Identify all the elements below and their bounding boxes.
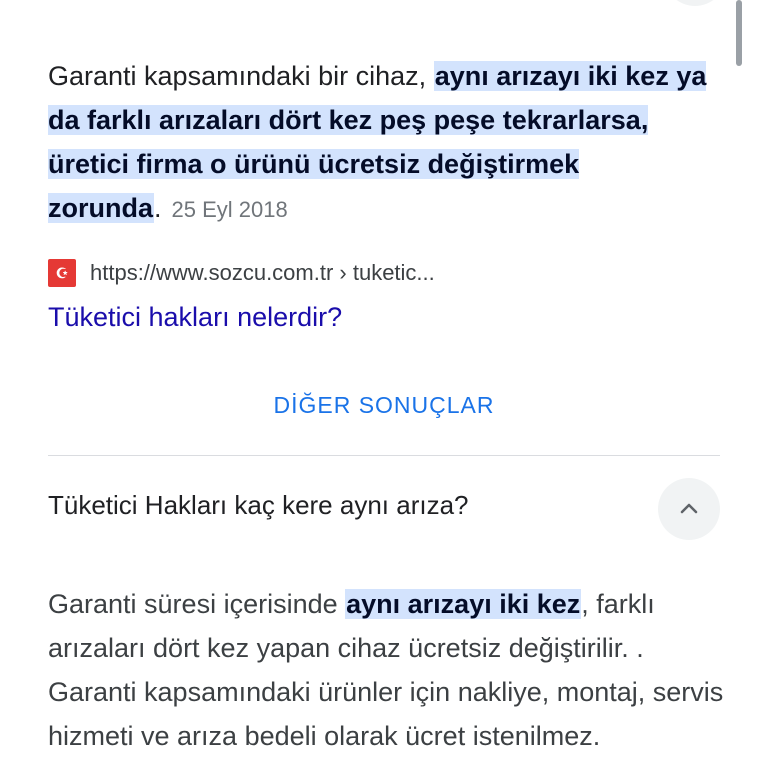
snippet-date: 25 Eyl 2018 [171, 197, 288, 222]
scrollbar[interactable] [736, 0, 742, 66]
result-snippet: Garanti kapsamındaki bir cihaz, aynı arı… [48, 54, 728, 232]
snippet-text: Garanti kapsamındaki bir cihaz, [48, 61, 434, 91]
collapse-button[interactable] [658, 478, 720, 540]
result-title-link[interactable]: Tüketici hakları nelerdir? [48, 302, 342, 333]
source-url[interactable]: https://www.sozcu.com.tr › tuketic... [90, 260, 435, 286]
chevron-up-icon [680, 503, 698, 514]
answer-highlight: aynı arızayı iki kez [345, 589, 582, 619]
source-row[interactable]: ☪ https://www.sozcu.com.tr › tuketic... [48, 258, 435, 288]
sozcu-favicon-icon: ☪ [48, 259, 76, 287]
answer-snippet: Garanti süresi içerisinde aynı arızayı i… [48, 582, 728, 758]
more-results-button[interactable]: DİĞER SONUÇLAR [48, 392, 720, 432]
related-question[interactable]: Tüketici Hakları kaç kere aynı arıza? [48, 490, 469, 521]
snippet-end: . [154, 193, 162, 223]
answer-text: Garanti süresi içerisinde [48, 589, 346, 619]
divider [48, 455, 720, 456]
previous-collapse-button[interactable] [664, 0, 726, 6]
